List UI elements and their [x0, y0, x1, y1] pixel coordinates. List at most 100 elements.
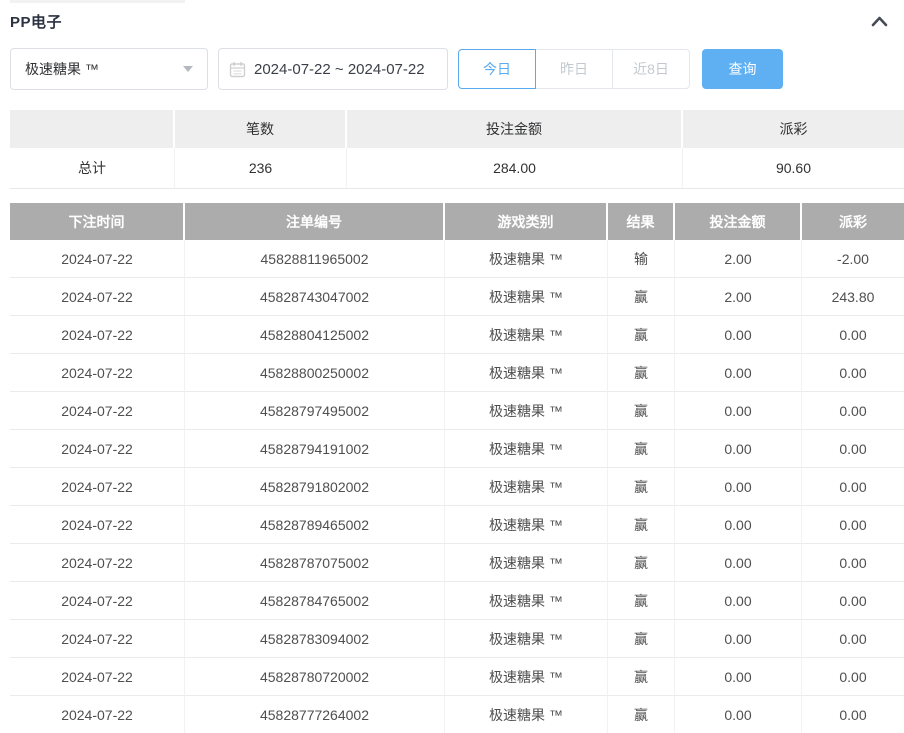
cell-payout: -2.00 [802, 240, 904, 278]
cell-bet-id: 45828777264002 [185, 696, 445, 733]
cell-result: 赢 [608, 468, 675, 506]
cell-result: 输 [608, 240, 675, 278]
cell-bet-time: 2024-07-22 [10, 392, 185, 430]
table-row: 2024-07-2245828797495002极速糖果 ™赢0.000.00 [10, 392, 904, 430]
table-row: 2024-07-2245828800250002极速糖果 ™赢0.000.00 [10, 354, 904, 392]
cell-bet-time: 2024-07-22 [10, 430, 185, 468]
page-title: PP电子 [10, 11, 62, 32]
summary-table: 笔数 投注金额 派彩 总计 236 284.00 90.60 [10, 110, 904, 189]
calendar-icon [229, 61, 246, 78]
cell-bet-id: 45828811965002 [185, 240, 445, 278]
collapse-chevron-up-icon[interactable] [869, 14, 890, 29]
cell-payout: 0.00 [802, 620, 904, 658]
summary-total-count: 236 [175, 148, 347, 189]
cell-bet-time: 2024-07-22 [10, 582, 185, 620]
cell-game-type: 极速糖果 ™ [445, 658, 608, 696]
table-row: 2024-07-2245828787075002极速糖果 ™赢0.000.00 [10, 544, 904, 582]
cell-bet-id: 45828791802002 [185, 468, 445, 506]
quick-range-today-button[interactable]: 今日 [458, 49, 536, 89]
query-button[interactable]: 查询 [702, 49, 783, 89]
cell-result: 赢 [608, 430, 675, 468]
cell-payout: 0.00 [802, 316, 904, 354]
cell-bet-time: 2024-07-22 [10, 696, 185, 733]
cell-game-type: 极速糖果 ™ [445, 240, 608, 278]
records-header-row: 下注时间注单编号游戏类别结果投注金额派彩 [10, 203, 904, 240]
table-row: 2024-07-2245828780720002极速糖果 ™赢0.000.00 [10, 658, 904, 696]
cell-bet-amount: 0.00 [675, 658, 802, 696]
filter-bar: 极速糖果 ™ 2024-07-22 ~ 2024-07-22 今日昨日近8日 查… [10, 48, 783, 90]
game-select[interactable]: 极速糖果 ™ [10, 48, 208, 90]
cell-bet-amount: 0.00 [675, 582, 802, 620]
cell-payout: 0.00 [802, 430, 904, 468]
chevron-down-icon [183, 66, 193, 72]
cell-bet-amount: 2.00 [675, 278, 802, 316]
table-row: 2024-07-2245828804125002极速糖果 ™赢0.000.00 [10, 316, 904, 354]
cell-bet-id: 45828780720002 [185, 658, 445, 696]
summary-header-blank [10, 110, 175, 148]
table-row: 2024-07-2245828789465002极速糖果 ™赢0.000.00 [10, 506, 904, 544]
records-table: 下注时间注单编号游戏类别结果投注金额派彩 2024-07-22458288119… [10, 203, 904, 733]
cell-bet-time: 2024-07-22 [10, 544, 185, 582]
cell-bet-id: 45828800250002 [185, 354, 445, 392]
cell-bet-time: 2024-07-22 [10, 506, 185, 544]
cell-payout: 0.00 [802, 544, 904, 582]
table-row: 2024-07-2245828777264002极速糖果 ™赢0.000.00 [10, 696, 904, 733]
cell-result: 赢 [608, 278, 675, 316]
cell-payout: 0.00 [802, 658, 904, 696]
table-row: 2024-07-2245828791802002极速糖果 ™赢0.000.00 [10, 468, 904, 506]
cell-bet-amount: 0.00 [675, 392, 802, 430]
cell-bet-time: 2024-07-22 [10, 658, 185, 696]
cell-bet-amount: 0.00 [675, 620, 802, 658]
cell-bet-time: 2024-07-22 [10, 240, 185, 278]
date-range-value: 2024-07-22 ~ 2024-07-22 [254, 61, 425, 78]
cell-result: 赢 [608, 582, 675, 620]
pp-electronic-panel: PP电子 极速糖果 ™ 2024-07-22 ~ 202 [0, 0, 904, 733]
cell-game-type: 极速糖果 ™ [445, 316, 608, 354]
records-header-result: 结果 [608, 203, 675, 240]
cell-result: 赢 [608, 696, 675, 733]
cell-game-type: 极速糖果 ™ [445, 354, 608, 392]
cell-game-type: 极速糖果 ™ [445, 392, 608, 430]
cell-bet-id: 45828783094002 [185, 620, 445, 658]
records-header-bet-time: 下注时间 [10, 203, 185, 240]
cell-result: 赢 [608, 658, 675, 696]
cropped-element-edge [10, 0, 185, 3]
summary-total-bet-amount: 284.00 [347, 148, 683, 189]
cell-bet-id: 45828784765002 [185, 582, 445, 620]
cell-payout: 0.00 [802, 506, 904, 544]
cell-payout: 0.00 [802, 582, 904, 620]
records-header-bet-id: 注单编号 [185, 203, 445, 240]
cell-game-type: 极速糖果 ™ [445, 278, 608, 316]
cell-result: 赢 [608, 354, 675, 392]
cell-result: 赢 [608, 620, 675, 658]
cell-bet-id: 45828743047002 [185, 278, 445, 316]
summary-header-bet-amount: 投注金额 [347, 110, 683, 148]
cell-bet-id: 45828804125002 [185, 316, 445, 354]
cell-bet-amount: 2.00 [675, 240, 802, 278]
cell-payout: 0.00 [802, 354, 904, 392]
table-row: 2024-07-2245828784765002极速糖果 ™赢0.000.00 [10, 582, 904, 620]
cell-bet-amount: 0.00 [675, 506, 802, 544]
cell-bet-id: 45828797495002 [185, 392, 445, 430]
cell-result: 赢 [608, 316, 675, 354]
quick-range-yesterday-button[interactable]: 昨日 [535, 49, 613, 89]
cell-bet-id: 45828794191002 [185, 430, 445, 468]
date-range-input[interactable]: 2024-07-22 ~ 2024-07-22 [218, 48, 448, 90]
cell-bet-time: 2024-07-22 [10, 316, 185, 354]
table-row: 2024-07-2245828783094002极速糖果 ™赢0.000.00 [10, 620, 904, 658]
cell-game-type: 极速糖果 ™ [445, 696, 608, 733]
cell-bet-amount: 0.00 [675, 430, 802, 468]
cell-bet-amount: 0.00 [675, 468, 802, 506]
cell-game-type: 极速糖果 ™ [445, 506, 608, 544]
table-row: 2024-07-2245828811965002极速糖果 ™输2.00-2.00 [10, 240, 904, 278]
game-select-value: 极速糖果 ™ [25, 59, 99, 79]
records-header-bet-amount: 投注金额 [675, 203, 802, 240]
cell-bet-amount: 0.00 [675, 696, 802, 733]
cell-bet-time: 2024-07-22 [10, 354, 185, 392]
cell-bet-amount: 0.00 [675, 544, 802, 582]
quick-range-last8days-button[interactable]: 近8日 [612, 49, 690, 89]
cell-payout: 0.00 [802, 696, 904, 733]
cell-bet-id: 45828787075002 [185, 544, 445, 582]
cell-game-type: 极速糖果 ™ [445, 468, 608, 506]
cell-game-type: 极速糖果 ™ [445, 430, 608, 468]
